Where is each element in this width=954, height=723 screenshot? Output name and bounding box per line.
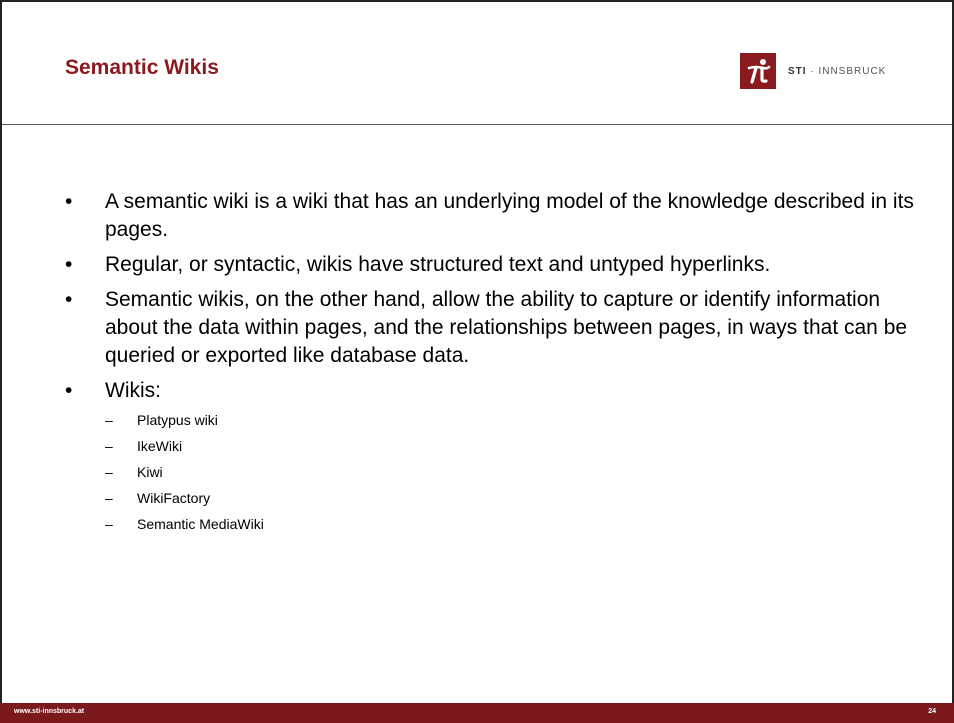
bullet-item: • A semantic wiki is a wiki that has an … — [65, 188, 925, 244]
sub-marker: – — [105, 412, 113, 428]
slide: Semantic Wikis STI · INNSBRUCK • A seman… — [0, 0, 954, 723]
bullet-marker: • — [65, 288, 73, 311]
bullet-list: • A semantic wiki is a wiki that has an … — [65, 188, 925, 533]
bullet-text: A semantic wiki is a wiki that has an un… — [105, 190, 914, 241]
wiki-name: Kiwi — [137, 464, 163, 480]
slide-footer: www.sti-innsbruck.at 24 — [0, 703, 954, 723]
bullet-marker: • — [65, 253, 73, 276]
wiki-list-item: – Semantic MediaWiki — [105, 515, 925, 533]
bullet-marker: • — [65, 190, 73, 213]
slide-content: • A semantic wiki is a wiki that has an … — [65, 188, 925, 541]
logo-brand: STI — [788, 65, 807, 77]
footer-url[interactable]: www.sti-innsbruck.at — [14, 708, 84, 715]
wiki-list: – Platypus wiki – IkeWiki – Kiwi – WikiFacto… — [105, 411, 925, 533]
wiki-list-item: – IkeWiki — [105, 437, 925, 455]
bullet-text: Semantic wikis, on the other hand, allow… — [105, 288, 908, 367]
bullet-text: Regular, or syntactic, wikis have struct… — [105, 253, 771, 276]
sub-marker: – — [105, 438, 113, 454]
bullet-item: • Regular, or syntactic, wikis have stru… — [65, 251, 925, 279]
slide-title: Semantic Wikis — [65, 56, 219, 79]
sub-marker: – — [105, 516, 113, 532]
wiki-list-item: – WikiFactory — [105, 489, 925, 507]
wiki-name: IkeWiki — [137, 438, 183, 454]
bullet-item: • Wikis: – Platypus wiki – IkeWiki – Kiwi –… — [65, 377, 925, 533]
logo-separator: · — [806, 65, 819, 77]
logo-location: INNSBRUCK — [818, 65, 887, 77]
wiki-name: Semantic MediaWiki — [137, 516, 264, 532]
slide-header: Semantic Wikis STI · INNSBRUCK — [2, 2, 952, 125]
page-number: 24 — [928, 708, 936, 715]
bullet-text: Wikis: — [105, 379, 161, 402]
wiki-list-item: – Platypus wiki — [105, 411, 925, 429]
sub-marker: – — [105, 490, 113, 506]
sti-logo: STI · INNSBRUCK — [740, 53, 886, 89]
sub-marker: – — [105, 464, 113, 480]
wiki-name: WikiFactory — [137, 490, 211, 506]
logo-text: STI · INNSBRUCK — [788, 66, 886, 77]
bullet-marker: • — [65, 379, 73, 402]
wiki-list-item: – Kiwi — [105, 463, 925, 481]
sti-logo-icon — [740, 53, 776, 89]
wiki-name: Platypus wiki — [137, 412, 218, 428]
bullet-item: • Semantic wikis, on the other hand, all… — [65, 286, 925, 370]
